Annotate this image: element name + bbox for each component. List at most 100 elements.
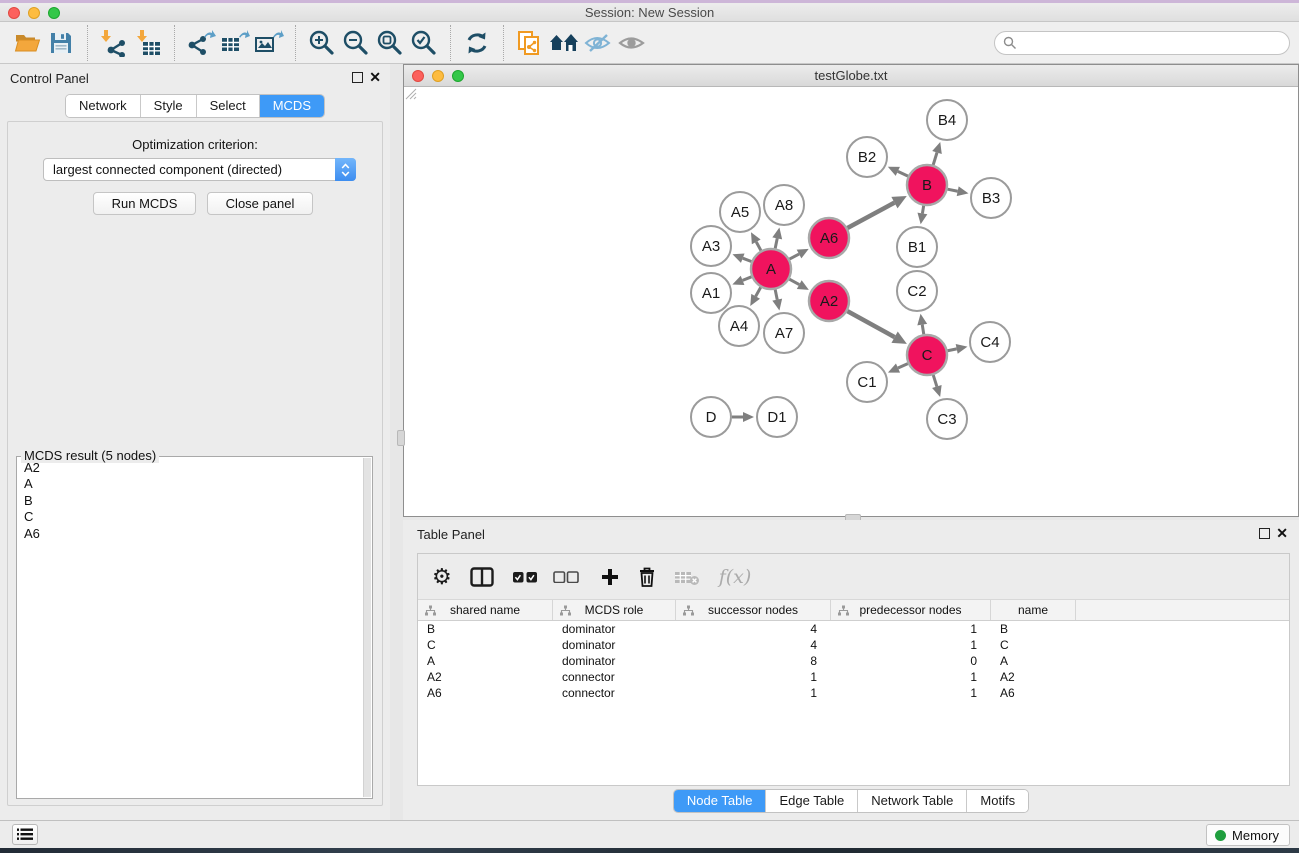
select-all-icon[interactable] [512,560,538,594]
mcds-result-item[interactable]: B [18,493,363,509]
graph-edge[interactable] [948,189,958,191]
export-network-icon[interactable] [184,26,218,60]
column-header[interactable]: predecessor nodes [831,600,991,620]
mcds-list-scrollbar[interactable] [363,458,371,797]
table-cell[interactable]: 4 [676,637,831,653]
table-cell[interactable]: A [991,653,1076,669]
table-cell[interactable]: A6 [991,685,1076,701]
import-network-icon[interactable] [97,26,131,60]
table-row[interactable]: Adominator80A [418,653,1289,669]
table-cell[interactable]: A2 [418,669,553,685]
table-cell[interactable]: dominator [553,621,676,637]
export-table-icon[interactable] [218,26,252,60]
graph-edge[interactable] [898,364,908,368]
show-column-icon[interactable] [470,560,494,594]
table-cell[interactable]: 1 [831,637,991,653]
float-table-panel-icon[interactable] [1259,528,1270,539]
graph-edge[interactable] [933,152,937,164]
float-panel-icon[interactable] [352,72,363,83]
table-row[interactable]: Bdominator41B [418,621,1289,637]
tab-network-table[interactable]: Network Table [857,790,966,812]
table-cell[interactable]: dominator [553,637,676,653]
column-header[interactable]: shared name [418,600,553,620]
mcds-result-item[interactable]: A2 [18,460,363,476]
mcds-result-list[interactable]: A2ABCA6 [18,460,363,797]
create-column-icon[interactable] [600,560,620,594]
zoom-selected-icon[interactable] [407,26,441,60]
close-panel-icon[interactable]: ✕ [369,69,381,86]
graph-edge[interactable] [922,325,924,335]
tab-style[interactable]: Style [140,95,196,117]
table-cell[interactable]: 1 [676,669,831,685]
close-panel-button[interactable]: Close panel [207,192,313,215]
column-header[interactable]: name [991,600,1076,620]
graph-edge[interactable] [948,349,957,351]
table-cell[interactable]: C [991,637,1076,653]
tab-network[interactable]: Network [66,95,140,117]
table-cell[interactable]: 1 [831,685,991,701]
mcds-result-item[interactable]: A6 [18,526,363,542]
column-header[interactable]: MCDS role [553,600,676,620]
memory-button[interactable]: Memory [1206,824,1290,846]
graph-edge[interactable] [743,258,752,261]
tab-motifs[interactable]: Motifs [966,790,1028,812]
table-settings-icon[interactable]: ⚙ [432,560,452,594]
clone-network-icon[interactable] [513,26,547,60]
open-icon[interactable] [10,26,44,60]
table-cell[interactable]: 4 [676,621,831,637]
network-canvas[interactable]: B4B2BB3A5A8A6A3B1AA1C2A2A4A7CC4C1C3DD1 [404,87,1298,516]
graph-edge[interactable] [898,171,908,176]
graph-edge[interactable] [789,279,799,284]
graph-edge[interactable] [790,254,799,259]
table-row[interactable]: Cdominator41C [418,637,1289,653]
task-history-button[interactable] [12,824,38,845]
delete-column-icon[interactable] [637,560,657,594]
criterion-dropdown[interactable]: largest connected component (directed) [43,158,356,181]
graph-edge[interactable] [743,277,752,281]
graph-edge[interactable] [775,290,777,300]
hide-selected-icon[interactable] [581,26,615,60]
tab-mcds[interactable]: MCDS [259,95,324,117]
graph-edge[interactable] [933,375,937,387]
table-cell[interactable]: A2 [991,669,1076,685]
refresh-icon[interactable] [460,26,494,60]
close-table-panel-icon[interactable]: ✕ [1276,525,1288,542]
network-window-titlebar[interactable]: testGlobe.txt [404,65,1298,87]
table-cell[interactable]: connector [553,669,676,685]
graph-edge[interactable] [775,238,777,248]
first-neighbors-icon[interactable] [547,26,581,60]
table-cell[interactable]: 1 [831,669,991,685]
mcds-result-item[interactable]: C [18,509,363,525]
table-cell[interactable]: B [991,621,1076,637]
deselect-all-icon[interactable] [553,560,579,594]
resize-grip-icon[interactable] [404,87,417,100]
table-cell[interactable]: 0 [831,653,991,669]
tab-edge-table[interactable]: Edge Table [765,790,857,812]
table-row[interactable]: A6connector11A6 [418,685,1289,701]
table-cell[interactable]: C [418,637,553,653]
graph-edge[interactable] [756,287,761,296]
tab-select[interactable]: Select [196,95,259,117]
table-cell[interactable]: A6 [418,685,553,701]
table-cell[interactable]: dominator [553,653,676,669]
table-row[interactable]: A2connector11A2 [418,669,1289,685]
save-icon[interactable] [44,26,78,60]
search-field[interactable] [994,31,1290,55]
table-header-row[interactable]: shared nameMCDS rolesuccessor nodesprede… [418,600,1289,621]
table-cell[interactable]: 8 [676,653,831,669]
graph-edge[interactable] [847,311,894,337]
table-cell[interactable]: 1 [676,685,831,701]
vertical-splitter-handle[interactable] [397,430,405,446]
import-table-icon[interactable] [131,26,165,60]
column-header[interactable]: successor nodes [676,600,831,620]
table-cell[interactable]: B [418,621,553,637]
table-cell[interactable]: connector [553,685,676,701]
network-graph[interactable]: B4B2BB3A5A8A6A3B1AA1C2A2A4A7CC4C1C3DD1 [404,87,1298,516]
zoom-in-icon[interactable] [305,26,339,60]
graph-edge[interactable] [756,242,761,251]
table-cell[interactable]: 1 [831,621,991,637]
show-all-icon[interactable] [615,26,649,60]
run-mcds-button[interactable]: Run MCDS [93,192,196,215]
graph-edge[interactable] [847,203,894,228]
export-image-icon[interactable] [252,26,286,60]
